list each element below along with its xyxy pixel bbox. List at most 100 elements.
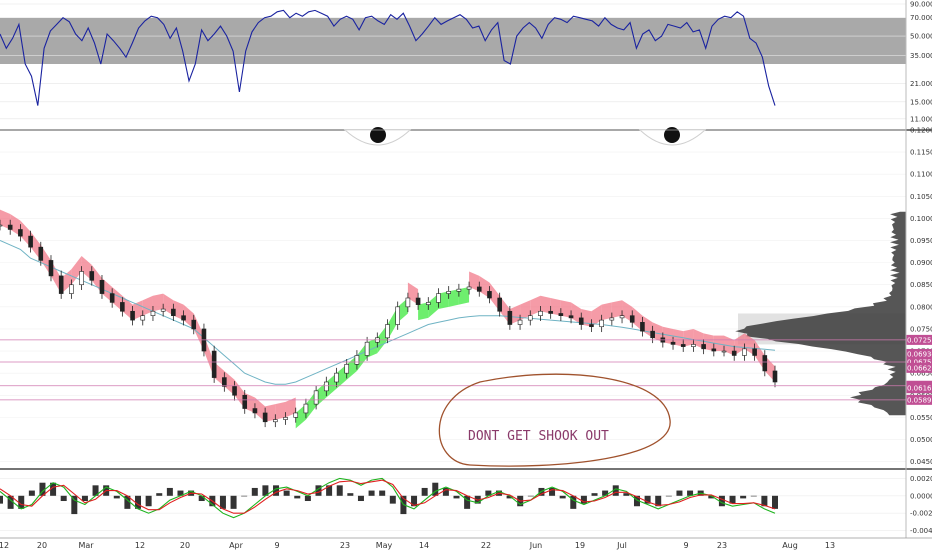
macd-histogram-bar [28,490,35,496]
price-y-tick-label: 0.105000 [910,193,932,201]
price-y-tick-label: 0.115000 [910,149,932,157]
x-tick-label: Mar [78,541,94,550]
candle-body [18,229,23,237]
annotation-circle [438,373,671,467]
macd-histogram-bar [251,487,258,496]
macd-y-tick-label: 0.0020 [910,475,932,483]
candle-body [140,315,146,321]
macd-histogram [0,482,778,515]
macd-histogram-bar [389,495,396,504]
macd-panel[interactable]: 0.0020 0.0000 -0.0020 -0.0040 [0,475,932,535]
rsi-y-tick-label: 90.0000 [910,1,932,9]
candle-body [680,344,686,347]
macd-histogram-bar [559,495,566,499]
price-badge-label: 0.058965 [907,396,932,404]
candle-body [7,224,13,230]
price-y-tick-label: 0.045000 [910,458,932,466]
macd-histogram-bar [379,490,386,496]
x-tick-label: Jul [616,541,627,550]
candle-body [191,319,197,330]
ribbon-segment [152,293,164,312]
rsi-y-tick-label: 21.0000 [910,80,932,88]
x-tick-label: 12 [0,541,9,550]
macd-histogram-bar [347,493,354,496]
candle-body [28,235,33,248]
rsi-y-tick-label: 70.0000 [910,14,932,22]
rsi-panel[interactable]: 90.0000 70.0000 50.0000 35.0000 21.0000 15.00… [0,1,932,124]
candle-body [731,350,737,356]
ribbon-segment [601,302,612,321]
x-tick-label: 9 [683,541,688,550]
macd-histogram-bar [421,487,428,496]
candle-body [609,317,615,321]
candle-body [538,310,543,316]
candle-body [48,260,54,277]
candle-body [629,315,635,323]
price-y-tick-label: 0.085000 [910,281,932,289]
candle-body [497,297,502,312]
macd-histogram-bar [198,495,205,502]
x-tick-label: 20 [180,541,190,550]
price-y-tick-label: 0.055000 [910,414,932,422]
candle-body [79,271,84,286]
macd-histogram-bar [156,493,163,496]
macd-histogram-bar [665,495,672,497]
candle-body [222,377,227,387]
x-tick-label: Aug [782,541,798,550]
candle-body [293,412,299,418]
macd-histogram-bar [336,485,343,496]
x-tick-label: 13 [825,541,835,550]
candle-body [476,286,482,292]
price-y-tick-label: 0.120000 [910,127,932,135]
macd-histogram-bar [166,487,173,496]
macd-histogram-bar [145,495,152,507]
macd-histogram-bar [0,495,3,504]
ribbon-segment [418,302,429,321]
price-panel[interactable]: 0.120000 0.115000 0.110000 0.105000 0.100000… [0,127,932,467]
candle-body [58,275,64,294]
candle-body [548,310,553,314]
macd-histogram-bar [549,487,556,496]
candle-body [334,372,339,383]
candle-body [456,288,462,292]
price-y-tick-label: 0.090000 [910,259,932,267]
macd-histogram-bar [740,495,747,499]
macd-histogram-bar [591,493,598,496]
macd-histogram-bar [60,495,67,502]
candle-body [252,408,258,414]
ema-ribbon [0,209,775,429]
candle-body [436,293,441,303]
macd-histogram-bar [113,495,120,499]
candle-body [670,341,676,345]
x-axis: 12 20 Mar 12 20 Apr 9 23 May 14 22 Jun 19 Jul 9 23 Aug 13 [0,541,835,550]
price-y-tick-label: 0.050000 [910,436,932,444]
moving-average-line [0,240,776,385]
annotation-text: DONT GET SHOOK OUT [468,429,609,444]
x-tick-label: 22 [481,541,491,550]
rsi-band [0,17,906,65]
macd-histogram-bar [357,495,364,502]
rsi-y-axis: 90.0000 70.0000 50.0000 35.0000 21.0000 15.00… [910,1,932,124]
macd-y-axis: 0.0020 0.0000 -0.0020 -0.0040 [910,475,932,535]
price-badge-label: 0.061600 [907,385,932,393]
macd-histogram-bar [527,495,534,497]
candle-body [721,350,727,353]
candle-body [232,386,237,396]
tradingview-chart[interactable]: 90.000070.000050.000035.000021.000015.00… [0,0,932,550]
candle-body [262,412,268,423]
candle-body [283,417,288,420]
macd-y-tick-label: -0.0020 [910,510,932,518]
candle-body [446,291,451,294]
price-y-tick-label: 0.075000 [910,325,932,333]
candle-body [711,348,717,352]
candle-body [324,381,329,392]
candle-body [517,319,523,325]
candle-body [425,302,431,305]
ribbon-segment [611,300,623,318]
candle-body [466,286,472,290]
candle-body [742,348,747,356]
rsi-y-tick-label: 11.0000 [910,115,932,123]
candle-body [313,390,319,405]
candle-body [354,355,360,365]
candle-body [507,310,513,325]
